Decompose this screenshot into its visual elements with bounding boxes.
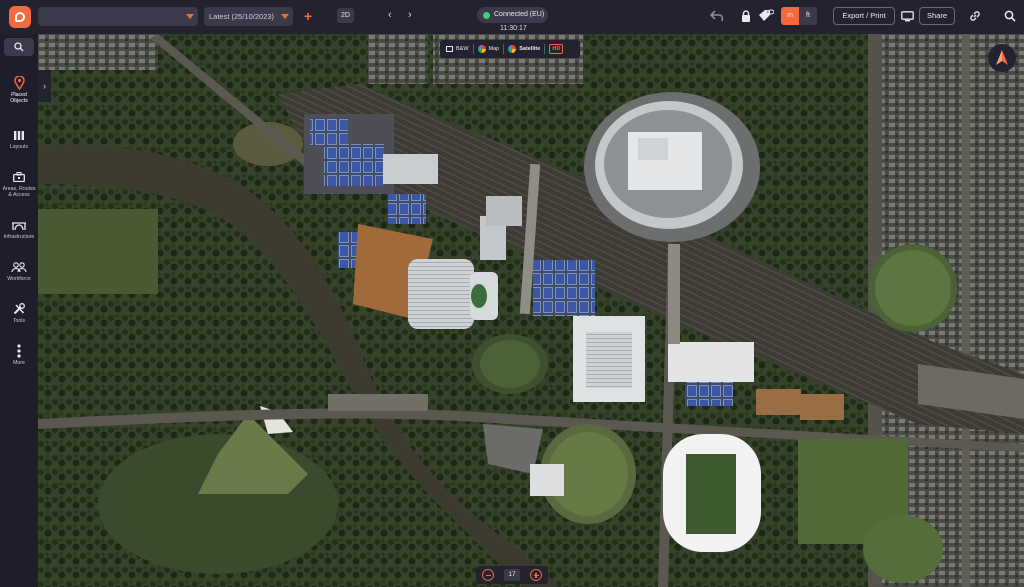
separator	[472, 44, 474, 54]
map-type-map[interactable]: Map	[477, 40, 500, 58]
share-button[interactable]: Share	[919, 7, 955, 25]
export-print-button[interactable]: Export / Print	[833, 7, 895, 25]
unit-meters[interactable]: m	[781, 7, 799, 25]
google-icon	[508, 45, 517, 53]
left-sidebar: Placed Objects Layouts Areas, Routes & A…	[0, 34, 38, 587]
sidebar-item-label: & Access	[8, 192, 30, 199]
connection-status-label: Connected (EU)	[494, 11, 545, 18]
plus-icon[interactable]: +	[304, 8, 312, 24]
search-icon[interactable]	[1002, 8, 1018, 24]
north-arrow-icon	[996, 50, 1008, 65]
sidebar-item-workforce[interactable]: Workforce	[0, 260, 38, 282]
columns-icon	[14, 130, 24, 140]
app-logo[interactable]	[9, 6, 31, 28]
zoom-out-icon[interactable]	[482, 569, 494, 581]
map-icon	[446, 46, 453, 52]
location-pin-logo-icon	[15, 12, 25, 22]
sidebar-item-label: Tools	[12, 318, 26, 324]
unit-toggle: m ft	[781, 7, 817, 25]
chevron-left-icon[interactable]: ‹	[388, 8, 392, 23]
undo-icon[interactable]	[709, 8, 725, 24]
zoom-level[interactable]: 17	[504, 569, 520, 581]
sidebar-item-label: Objects	[10, 98, 28, 105]
eye-tag-icon[interactable]	[758, 8, 774, 24]
separator	[503, 44, 505, 54]
compass-button[interactable]	[988, 44, 1016, 72]
map-type-bw[interactable]: B&W	[440, 40, 469, 58]
sidebar-item-more[interactable]: More	[0, 344, 38, 366]
sidebar-item-placed-objects[interactable]: Placed Objects	[0, 76, 38, 104]
toolbox-icon	[13, 172, 25, 182]
map-type-satellite[interactable]: Satellite	[508, 40, 540, 58]
separator	[544, 44, 546, 54]
bridge-icon	[12, 222, 26, 230]
view-mode-toggle[interactable]: 2D	[337, 8, 354, 23]
sidebar-item-areas-routes-access[interactable]: Areas, Routes & Access	[0, 170, 38, 198]
project-select[interactable]	[38, 7, 198, 26]
hd-toggle[interactable]: HD	[549, 44, 564, 54]
tools-icon	[13, 303, 25, 315]
search-icon	[14, 42, 24, 52]
location-pin-icon	[13, 76, 25, 90]
sidebar-item-label: Layouts	[9, 144, 29, 150]
sidebar-item-label: Workforce	[7, 276, 31, 282]
date-select-value: Latest (25/10/2023)	[209, 12, 275, 21]
unit-feet[interactable]: ft	[799, 7, 817, 25]
google-icon	[477, 45, 486, 53]
satellite-map[interactable]	[38, 34, 1024, 587]
chevron-down-icon	[186, 14, 194, 19]
map-type-map-label: Map	[488, 46, 500, 52]
lock-icon[interactable]	[738, 8, 754, 24]
people-icon	[11, 262, 27, 272]
date-select[interactable]: Latest (25/10/2023)	[204, 7, 293, 26]
chevron-right-icon[interactable]: ›	[408, 8, 412, 23]
app-root: B&W Map Satellite HD 17 Latest (25/10/20…	[0, 0, 1024, 587]
connection-status: Connected (EU)	[477, 7, 548, 23]
top-toolbar: Latest (25/10/2023) + 2D ‹ › Connected (…	[0, 0, 1024, 34]
map-type-switcher: B&W Map Satellite HD	[440, 40, 580, 58]
map-type-satellite-label: Satellite	[519, 46, 541, 52]
link-icon[interactable]	[967, 8, 983, 24]
zoom-control: 17	[476, 566, 548, 584]
sidebar-item-layouts[interactable]: Layouts	[0, 128, 38, 150]
sidebar-item-tools[interactable]: Tools	[0, 302, 38, 324]
sidebar-collapse-toggle[interactable]: ›	[38, 70, 51, 102]
sidebar-item-label: More	[13, 360, 25, 366]
sidebar-item-label: Infrastructure	[3, 234, 35, 240]
sidebar-item-infrastructure[interactable]: Infrastructure	[0, 218, 38, 240]
chevron-right-icon: ›	[43, 81, 46, 91]
more-vertical-icon	[17, 344, 21, 358]
status-dot	[483, 11, 490, 19]
satellite-imagery	[38, 34, 1024, 587]
monitor-icon[interactable]	[899, 8, 915, 24]
clock-time: 11:30:17	[500, 25, 527, 32]
chevron-down-icon	[281, 14, 289, 19]
map-type-bw-label: B&W	[456, 46, 469, 52]
sidebar-search-button[interactable]	[4, 38, 34, 56]
zoom-in-icon[interactable]	[530, 569, 542, 581]
